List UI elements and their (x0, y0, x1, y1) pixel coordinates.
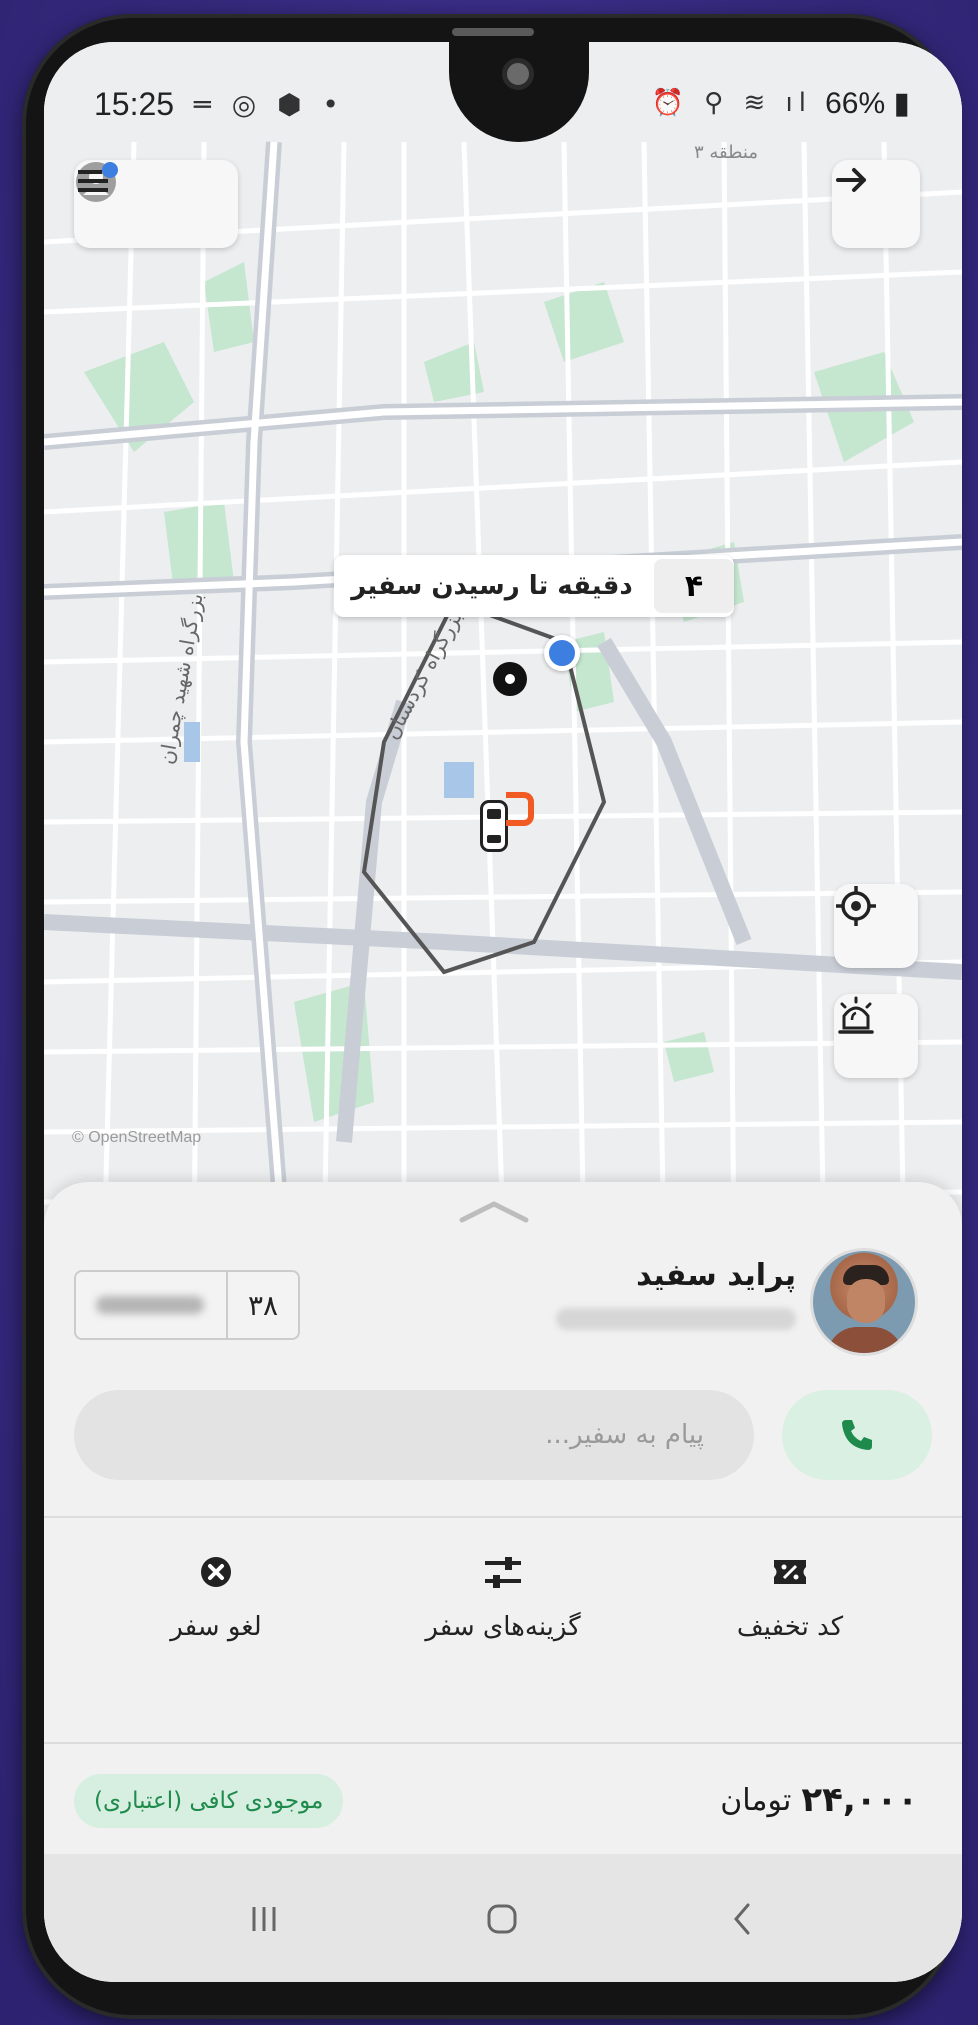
plate-code: ۳۸ (247, 1288, 279, 1322)
trip-options-action[interactable]: گزینه‌های سفر (373, 1554, 633, 1674)
back-chevron-icon (734, 1903, 750, 1935)
locate-me-button[interactable] (834, 884, 918, 968)
system-nav-bar (44, 1854, 962, 1982)
pickup-marker-icon (493, 662, 527, 696)
phone-top-mark (452, 28, 534, 36)
home-button[interactable] (472, 1894, 532, 1944)
phone-call-icon (842, 1420, 872, 1450)
cancel-trip-action[interactable]: لغو سفر (86, 1554, 346, 1674)
license-plate: ۳۸ (74, 1270, 300, 1340)
status-bar: 15:25 ═ ◎ ⬢ • ⏰ ⚲ ≋ ıl 66% ▮ (44, 86, 962, 136)
siren-icon (838, 996, 874, 1034)
discount-code-label: کد تخفیف (736, 1612, 844, 1642)
divider-top (44, 1516, 962, 1518)
status-system-icons: ⏰ ⚲ ≋ ıl (651, 88, 812, 118)
page-background: بزرگراه شهید چمران بزرگراه کردستان منطقه… (0, 0, 978, 2025)
message-field[interactable] (74, 1390, 754, 1480)
profile-menu-button[interactable] (74, 160, 238, 248)
price-unit: تومان (720, 1782, 792, 1818)
cancel-circle-icon (201, 1557, 231, 1587)
menu-notification-icon (78, 162, 118, 192)
car-marker-icon (480, 800, 508, 852)
message-input[interactable] (74, 1419, 706, 1451)
area-label: منطقه ۳ (694, 142, 758, 163)
discount-code-action[interactable]: کد تخفیف (660, 1554, 920, 1674)
map-view[interactable]: بزرگراه شهید چمران بزرگراه کردستان منطقه… (44, 42, 962, 1252)
arrow-right-icon (836, 168, 866, 192)
forward-button[interactable] (832, 160, 920, 248)
eta-minutes: ۴ (654, 559, 734, 613)
trip-options-label: گزینه‌های سفر (425, 1612, 581, 1642)
status-battery: 66% ▮ (825, 86, 910, 121)
price-amount: ۲۴,۰۰۰ (801, 1780, 918, 1820)
back-button[interactable] (712, 1894, 772, 1944)
trip-price: ۲۴,۰۰۰ تومان (720, 1780, 918, 1820)
map-attribution: © OpenStreetMap (72, 1129, 202, 1146)
discount-ticket-icon (774, 1560, 806, 1584)
user-location-dot-icon (544, 635, 580, 671)
recent-apps-button[interactable] (234, 1894, 294, 1944)
status-time: 15:25 (94, 86, 175, 122)
map-water (444, 762, 474, 798)
call-button[interactable] (782, 1390, 932, 1480)
sliders-icon (485, 1557, 521, 1588)
battery-percent: 66% (825, 87, 886, 120)
driver-car-name: پراید سفید (636, 1258, 796, 1293)
status-notification-icons: ═ ◎ ⬢ • (194, 88, 345, 121)
cancel-trip-label: لغو سفر (170, 1612, 262, 1642)
emergency-button[interactable] (834, 994, 918, 1078)
balance-badge: موجودی کافی (اعتباری) (74, 1774, 344, 1828)
driver-avatar (810, 1248, 918, 1356)
eta-bubble: ۴ دقیقه تا رسیدن سفیر (334, 555, 734, 617)
eta-text: دقیقه تا رسیدن سفیر (351, 571, 633, 601)
brand-logo-icon (506, 792, 534, 826)
sheet-handle-chevron-icon[interactable] (458, 1198, 530, 1224)
phone-screen: بزرگراه شهید چمران بزرگراه کردستان منطقه… (44, 42, 962, 1982)
plate-number-blurred (76, 1272, 228, 1338)
crosshair-icon (836, 886, 876, 926)
recent-apps-icon (252, 1907, 276, 1931)
home-icon (487, 1904, 517, 1934)
divider-bottom (44, 1742, 962, 1744)
driver-name-blurred (556, 1308, 796, 1330)
battery-icon: ▮ (893, 87, 910, 120)
